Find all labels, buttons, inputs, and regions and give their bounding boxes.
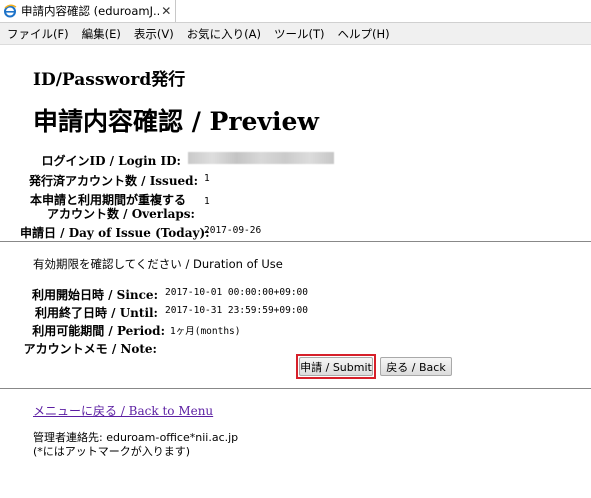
submit-button[interactable]: 申請 / Submit xyxy=(299,357,373,376)
menu-favorites[interactable]: お気に入り(A) xyxy=(180,26,267,42)
menu-help[interactable]: ヘルプ(H) xyxy=(331,26,396,42)
ie-icon xyxy=(4,4,17,18)
overlaps-value: 1 xyxy=(204,196,210,207)
menu-bar: ファイル(F) 編集(E) 表示(V) お気に入り(A) ツール(T) ヘルプ(… xyxy=(0,23,591,45)
tab-bar: 申請内容確認 (eduroamJ... ✕ xyxy=(0,0,591,23)
tab-title: 申請内容確認 (eduroamJ... xyxy=(21,4,160,18)
page-content: ID/Password発行 申請内容確認 / Preview ログインID / … xyxy=(0,45,591,498)
close-icon[interactable]: ✕ xyxy=(159,4,173,18)
menu-file[interactable]: ファイル(F) xyxy=(0,26,75,42)
page-title: 申請内容確認 / Preview xyxy=(33,107,319,136)
menu-view[interactable]: 表示(V) xyxy=(127,26,180,42)
admin-contact: 管理者連絡先: eduroam-office*nii.ac.jp (*にはアット… xyxy=(33,431,238,459)
login-id-value-redacted xyxy=(188,152,334,164)
issued-label: 発行済アカウント数 / Issued: xyxy=(28,174,198,188)
divider xyxy=(0,388,591,389)
issue-date-label: 申請日 / Day of Issue (Today): xyxy=(20,226,210,240)
contact-email: 管理者連絡先: eduroam-office*nii.ac.jp xyxy=(33,431,239,444)
since-value: 2017-10-01 00:00:00+09:00 xyxy=(165,287,308,298)
note-label: アカウントメモ / Note: xyxy=(23,342,157,356)
period-value: 1ヶ月(months) xyxy=(170,326,241,337)
duration-prompt: 有効期限を確認してください / Duration of Use xyxy=(33,257,283,271)
contact-note: (*にはアットマークが入ります) xyxy=(33,445,191,458)
until-value: 2017-10-31 23:59:59+09:00 xyxy=(165,305,308,316)
login-id-label: ログインID / Login ID: xyxy=(41,154,181,168)
back-to-menu-link[interactable]: メニューに戻る / Back to Menu xyxy=(33,402,213,419)
menu-edit[interactable]: 編集(E) xyxy=(75,26,127,42)
overlaps-label-line2: アカウント数 / Overlaps: xyxy=(46,207,195,221)
back-button[interactable]: 戻る / Back xyxy=(380,357,452,376)
menu-tools[interactable]: ツール(T) xyxy=(267,26,331,42)
browser-tab[interactable]: 申請内容確認 (eduroamJ... ✕ xyxy=(0,0,176,22)
issue-date-value: 2017-09-26 xyxy=(204,225,262,236)
divider xyxy=(0,241,591,242)
issued-value: 1 xyxy=(204,173,210,184)
app-title: ID/Password発行 xyxy=(33,70,186,90)
since-label: 利用開始日時 / Since: xyxy=(31,288,158,302)
until-label: 利用終了日時 / Until: xyxy=(34,306,158,320)
period-label: 利用可能期間 / Period: xyxy=(32,324,165,338)
